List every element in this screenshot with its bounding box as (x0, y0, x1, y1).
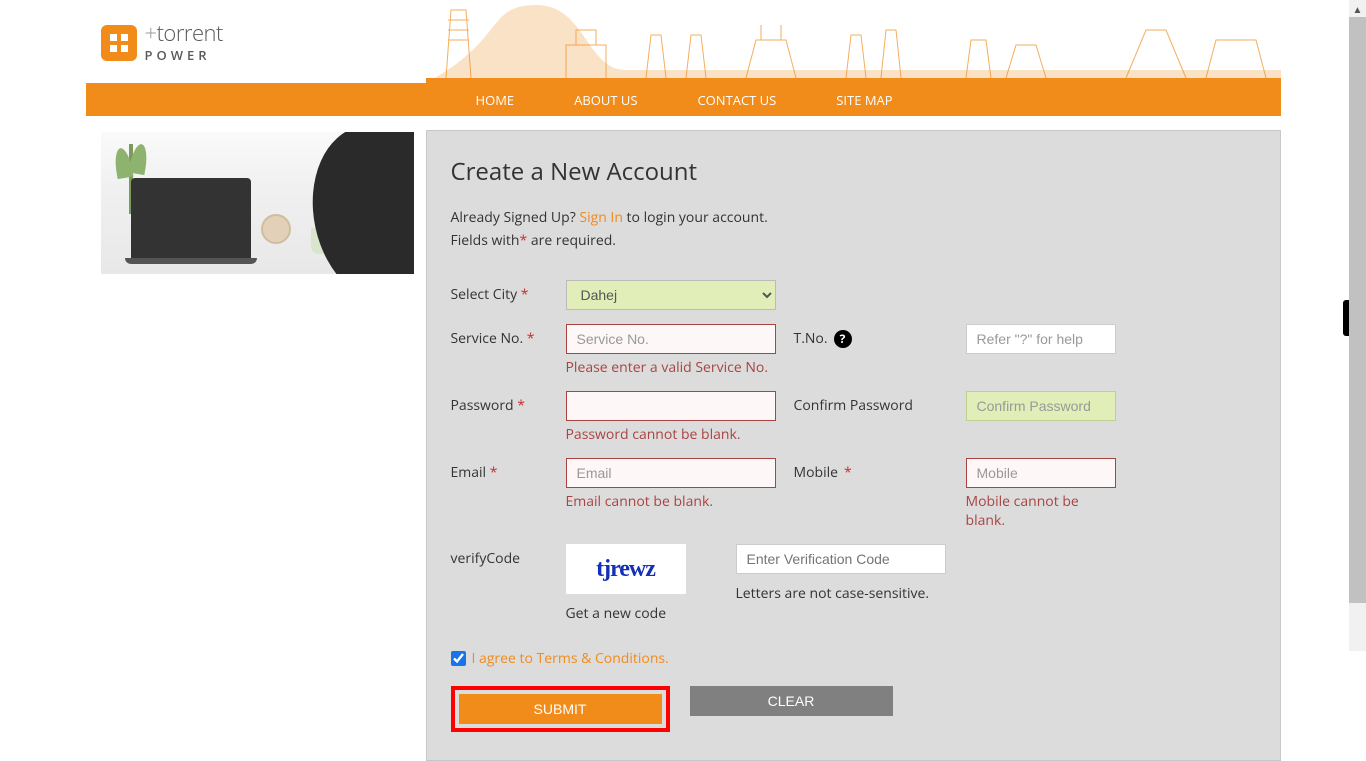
select-city-label: Select City * (451, 280, 566, 304)
brand-line2: POWER (145, 46, 223, 64)
confirm-password-input[interactable] (966, 391, 1116, 421)
nav-about[interactable]: ABOUT US (544, 91, 667, 109)
service-no-input[interactable] (566, 324, 776, 354)
tno-label: T.No. ? (794, 324, 966, 348)
content-row: Create a New Account Already Signed Up? … (86, 130, 1281, 761)
logo-text: +torrent POWER (145, 22, 223, 64)
logo-icon (101, 25, 137, 61)
terms-checkbox[interactable] (451, 651, 466, 666)
header: +torrent POWER (86, 0, 1281, 83)
mobile-error: Mobile cannot be blank. (966, 492, 1116, 530)
page-wrapper: +torrent POWER HOME ABOUT US (86, 0, 1281, 761)
email-error: Email cannot be blank. (566, 492, 776, 511)
terms-link[interactable]: I agree to Terms & Conditions. (472, 649, 669, 668)
case-note: Letters are not case-sensitive. (736, 584, 1256, 603)
email-label: Email * (451, 458, 566, 482)
service-no-label: Service No. * (451, 324, 566, 348)
promo-image (101, 132, 414, 274)
form-panel: Create a New Account Already Signed Up? … (426, 130, 1281, 761)
verify-code-label: verifyCode (451, 544, 566, 568)
captcha-text: tjrewz (596, 556, 655, 583)
side-tab[interactable] (1343, 300, 1349, 336)
sign-in-link[interactable]: Sign In (579, 208, 623, 227)
clear-button[interactable]: CLEAR (690, 686, 893, 716)
left-column (86, 130, 426, 761)
new-code-link[interactable]: Get a new code (566, 604, 667, 623)
captcha-image: tjrewz (566, 544, 686, 594)
already-signed-line: Already Signed Up? Sign In to login your… (451, 208, 1256, 227)
submit-highlight: SUBMIT (451, 686, 670, 732)
verification-code-input[interactable] (736, 544, 946, 574)
nav-sitemap[interactable]: SITE MAP (806, 91, 922, 109)
page-title: Create a New Account (451, 155, 1256, 188)
nav-bar: HOME ABOUT US CONTACT US SITE MAP (86, 83, 1281, 116)
form: Select City * Dahej Service No. * Please… (451, 280, 1256, 623)
confirm-password-label: Confirm Password (794, 391, 966, 415)
header-illustration (426, 0, 1281, 83)
brand-name: torrent (157, 18, 223, 48)
password-label: Password * (451, 391, 566, 415)
password-input[interactable] (566, 391, 776, 421)
select-city-dropdown[interactable]: Dahej (566, 280, 776, 310)
scrollbar[interactable]: ▲ (1349, 0, 1366, 651)
email-input[interactable] (566, 458, 776, 488)
terms-row: I agree to Terms & Conditions. (451, 649, 1256, 668)
scroll-up-icon[interactable]: ▲ (1349, 0, 1366, 17)
tno-input[interactable] (966, 324, 1116, 354)
help-icon[interactable]: ? (834, 330, 852, 348)
submit-button[interactable]: SUBMIT (459, 694, 662, 724)
logo[interactable]: +torrent POWER (101, 22, 223, 64)
nav-home[interactable]: HOME (446, 91, 545, 109)
service-no-error: Please enter a valid Service No. (566, 358, 776, 377)
nav-contact[interactable]: CONTACT US (667, 91, 806, 109)
button-row: SUBMIT CLEAR (451, 686, 1256, 732)
password-error: Password cannot be blank. (566, 425, 776, 444)
required-line: Fields with* are required. (451, 231, 1256, 250)
mobile-label: Mobile * (794, 458, 966, 482)
mobile-input[interactable] (966, 458, 1116, 488)
scrollbar-thumb[interactable] (1349, 17, 1366, 603)
